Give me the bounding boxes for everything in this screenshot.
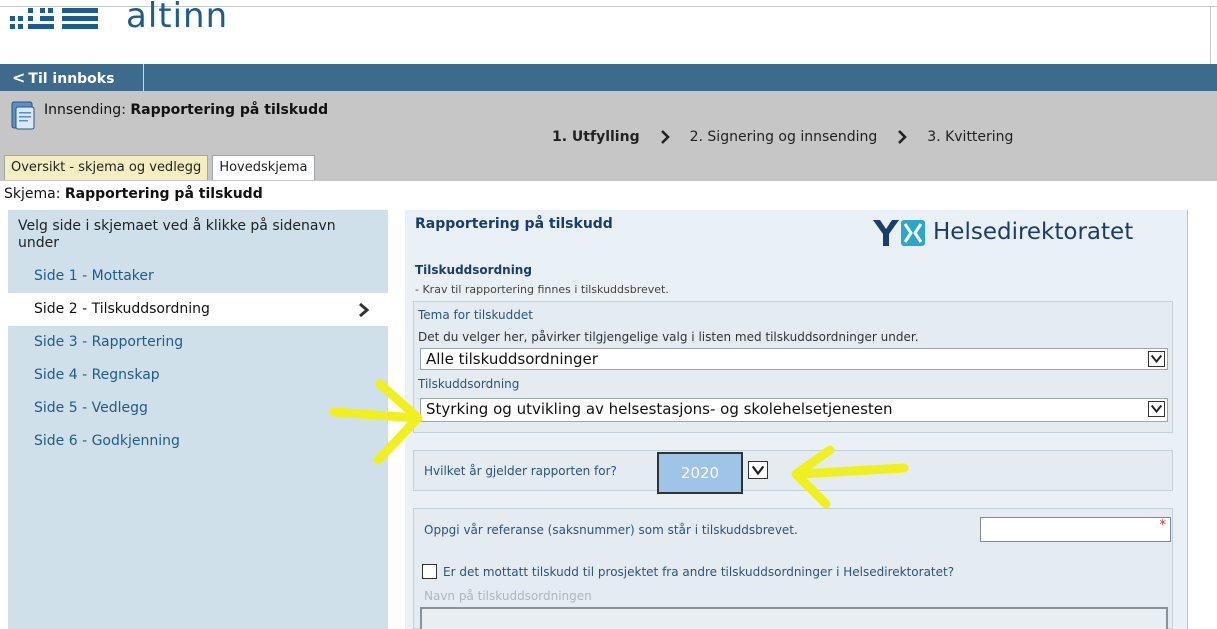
process-header: Innsending: Rapportering på tilskudd 1. …	[0, 91, 1217, 181]
section-subtitle: - Krav til rapportering finnes i tilskud…	[415, 283, 669, 296]
theme-help-text: Det du velger her, påvirker tilgjengelig…	[418, 330, 919, 344]
sidebar-item-label: Side 2 - Tilskuddsordning	[34, 301, 210, 317]
other-grants-checkbox[interactable]	[422, 564, 437, 579]
report-year-panel: Hvilket år gjelder rapporten for? 2020	[413, 450, 1173, 494]
chevron-right-icon	[359, 303, 370, 317]
altinn-logo-mark-icon	[10, 8, 98, 29]
report-year-label: Hvilket år gjelder rapporten for?	[424, 464, 617, 478]
sidebar-intro: Velg side i skjemaet ved å klikke på sid…	[18, 218, 336, 251]
back-to-inbox-label: Til innboks	[28, 71, 115, 87]
sidebar-item-recipient[interactable]: Side 1 - Mottaker	[8, 260, 388, 293]
top-navbar: < Til innboks	[0, 64, 1217, 91]
back-to-inbox-button[interactable]: < Til innboks	[0, 64, 144, 91]
top-frame-line-vertical	[1210, 6, 1211, 64]
schema-name: Rapportering på tilskudd	[64, 186, 263, 202]
submission-name: Rapportering på tilskudd	[130, 102, 329, 118]
theme-select[interactable]: Alle tilskuddsordninger	[420, 348, 1168, 370]
tab-main-form[interactable]: Hovedskjema	[212, 155, 315, 180]
chevron-right-icon	[660, 130, 670, 144]
report-year-select[interactable]: 2020	[657, 452, 743, 494]
document-icon	[11, 101, 35, 130]
sidebar-item-accounts[interactable]: Side 4 - Regnskap	[8, 359, 388, 392]
other-grants-label: Er det mottatt tilskudd til prosjektet f…	[443, 564, 955, 579]
theme-label: Tema for tilskuddet	[418, 308, 533, 322]
other-grants-row: Er det mottatt tilskudd til prosjektet f…	[422, 564, 954, 579]
step-fill-in: 1. Utfylling	[552, 129, 640, 145]
form-title: Rapportering på tilskudd	[415, 216, 613, 232]
submission-prefix: Innsending:	[44, 102, 131, 118]
sidebar-item-grant-scheme[interactable]: Side 2 - Tilskuddsordning	[8, 293, 388, 326]
reference-input[interactable]: *	[980, 517, 1171, 542]
form-tabs: Oversikt - skjema og vedlegg Hovedskjema	[4, 155, 319, 180]
main-right-edge	[1187, 210, 1188, 629]
sidebar-item-approval[interactable]: Side 6 - Godkjenning	[8, 425, 388, 458]
step-receipt: 3. Kvittering	[927, 129, 1014, 145]
chevron-down-icon[interactable]	[748, 461, 768, 479]
altinn-logo-text: altinn	[126, 0, 229, 36]
reference-panel: Oppgi vår referanse (saksnummer) som stå…	[413, 508, 1173, 629]
page-sidebar: Velg side i skjemaet ved å klikke på sid…	[8, 210, 388, 629]
helsedirektoratet-logo-text: Helsedirektoratet	[933, 219, 1134, 245]
step-sign-submit: 2. Signering og innsending	[689, 129, 878, 145]
chevron-right-icon	[898, 130, 908, 144]
schema-prefix: Skjema:	[4, 186, 65, 202]
grant-scheme-panel: Tema for tilskuddet Det du velger her, p…	[413, 301, 1173, 433]
required-marker: *	[1159, 518, 1167, 533]
helsedirektoratet-logo: Helsedirektoratet	[871, 212, 1161, 256]
tab-overview[interactable]: Oversikt - skjema og vedlegg	[4, 155, 209, 180]
helsedirektoratet-logo-mark-icon	[873, 220, 925, 246]
reference-label: Oppgi vår referanse (saksnummer) som stå…	[424, 523, 798, 537]
form-main: Rapportering på tilskudd Helsedirektorat…	[405, 210, 1187, 629]
page-list: Side 1 - Mottaker Side 2 - Tilskuddsordn…	[8, 260, 388, 458]
scheme-select[interactable]: Styrking og utvikling av helsestasjons- …	[420, 398, 1168, 422]
section-title: Tilskuddsordning	[415, 263, 532, 277]
other-grants-name-label: Navn på tilskuddsordningen	[424, 589, 592, 603]
process-steps: 1. Utfylling 2. Signering og innsending …	[552, 129, 1013, 145]
submission-title: Innsending: Rapportering på tilskudd	[44, 102, 328, 118]
chevron-left-icon: <	[12, 68, 26, 87]
scheme-select-value: Styrking og utvikling av helsestasjons- …	[426, 400, 893, 418]
sidebar-item-attachments[interactable]: Side 5 - Vedlegg	[8, 392, 388, 425]
sidebar-item-reporting[interactable]: Side 3 - Rapportering	[8, 326, 388, 359]
chevron-down-icon	[1148, 401, 1165, 417]
altinn-logo[interactable]: altinn	[8, 0, 308, 36]
chevron-down-icon	[1148, 351, 1165, 367]
other-grants-name-input[interactable]	[420, 607, 1168, 629]
theme-select-value: Alle tilskuddsordninger	[426, 350, 598, 368]
scheme-label: Tilskuddsordning	[418, 377, 520, 391]
schema-title: Skjema: Rapportering på tilskudd	[4, 186, 263, 202]
